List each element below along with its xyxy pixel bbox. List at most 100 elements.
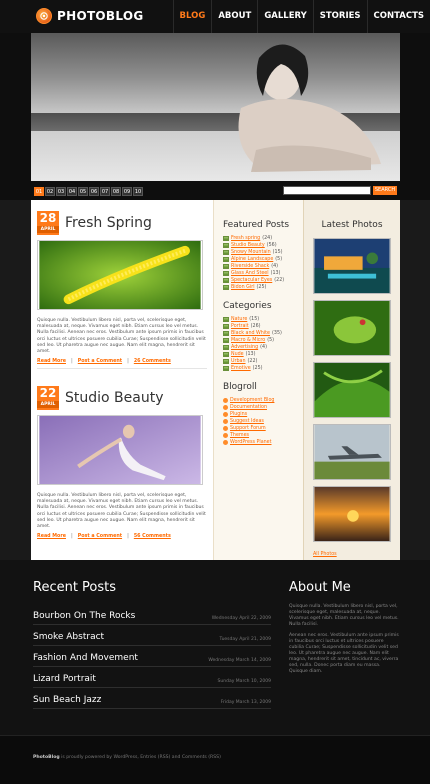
slide-page-3[interactable]: 03 [56,186,66,196]
lower-section: Recent Posts Bourbon On The Rocks Wednesd… [0,560,430,735]
featured-item[interactable]: Spectacular Eyes (22) [223,277,303,284]
photo-thumb-sunset[interactable] [313,486,391,542]
date-day: 22 [39,386,57,400]
logo[interactable]: PHOTOBLOG [36,8,144,24]
nav-blog[interactable]: BLOG [172,0,212,33]
recent-post-title[interactable]: Bourbon On The Rocks [33,611,135,621]
comments-count-link[interactable]: 56 Comments [134,534,171,539]
post-comment-link[interactable]: Post a Comment [78,359,122,364]
photo-thumb-icon [223,250,229,255]
blogroll-item[interactable]: Themes [223,432,303,439]
blogroll-item[interactable]: Documentation [223,404,303,411]
featured-item-label[interactable]: Fresh spring [231,235,260,242]
comments-count-link[interactable]: 26 Comments [134,359,171,364]
featured-item-label[interactable]: Bidon Girl [231,284,255,291]
blogroll-link[interactable]: Suggest Ideas [230,418,264,425]
featured-item[interactable]: Snowy Mountain (15) [223,249,303,256]
slide-page-4[interactable]: 04 [67,186,77,196]
slide-page-6[interactable]: 06 [89,186,99,196]
read-more-link[interactable]: Read More [37,359,66,364]
blogroll-item[interactable]: Development Blog [223,397,303,404]
slide-page-7[interactable]: 07 [100,186,110,196]
post-image[interactable] [37,240,203,310]
post-comment-link[interactable]: Post a Comment [78,534,122,539]
featured-item[interactable]: Glass And Steel (13) [223,270,303,277]
all-photos-link[interactable]: All Photos [313,552,400,557]
category-item[interactable]: Black and White (35) [223,330,303,337]
post-title[interactable]: Fresh Spring [65,215,152,231]
nav-about[interactable]: ABOUT [211,0,257,33]
featured-item-label[interactable]: Snowy Mountain [231,249,271,256]
nav-stories[interactable]: STORIES [312,0,367,33]
post-image[interactable] [37,415,203,485]
category-item[interactable]: Advertising (4) [223,344,303,351]
photos-heading: Latest Photos [321,220,383,230]
slide-page-10[interactable]: 10 [133,186,143,196]
sidebar: Featured Posts Fresh spring (24) Studio B… [213,200,303,560]
category-count: (13) [245,352,256,357]
blogroll-link[interactable]: Documentation [230,404,267,411]
recent-post-title[interactable]: Lizard Portrait [33,674,96,684]
category-label[interactable]: Nature [231,316,247,323]
photo-thumb-airplane[interactable] [313,424,391,480]
nav-gallery[interactable]: GALLERY [257,0,312,33]
recent-post-item[interactable]: Sun Beach Jazz Friday March 13, 2009 [33,688,271,709]
blogroll-item[interactable]: Support Forum [223,425,303,432]
blogroll-link[interactable]: Themes [230,432,249,439]
category-label[interactable]: Emotive [231,365,251,372]
nav-contacts[interactable]: CONTACTS [366,0,430,33]
category-label[interactable]: Macro & Micro [231,337,265,344]
category-item[interactable]: Emotive (25) [223,365,303,372]
slide-page-1[interactable]: 01 [34,186,44,196]
latest-photos: Latest Photos All Photos [303,200,400,560]
blogroll-link[interactable]: Support Forum [230,425,266,432]
search-button[interactable]: SEARCH [373,186,397,195]
blogroll-item[interactable]: Plugins [223,411,303,418]
photo-thumb-frog[interactable] [313,300,391,356]
featured-item-label[interactable]: Spectacular Eyes [231,277,272,284]
blogroll-item[interactable]: Suggest Ideas [223,418,303,425]
category-label[interactable]: Nude [231,351,244,358]
recent-post-item[interactable]: Fashion And Movement Wednesday March 14, … [33,646,271,667]
bullet-icon [223,426,228,431]
featured-item[interactable]: Studio Beauty (56) [223,242,303,249]
category-label[interactable]: Black and White [231,330,270,337]
footer-brand[interactable]: PhotoBlog [33,755,60,760]
featured-item-label[interactable]: Alpine Landscape [231,256,273,263]
category-label[interactable]: Urban [231,358,246,365]
featured-item-label[interactable]: Glass And Steel [231,270,269,277]
blogroll-link[interactable]: Plugins [230,411,247,418]
category-label[interactable]: Portrait [231,323,249,330]
featured-item[interactable]: Riverside Shack (4) [223,263,303,270]
blogroll-link[interactable]: Development Blog [230,397,274,404]
featured-item[interactable]: Alpine Landscape (5) [223,256,303,263]
blogroll-item[interactable]: WordPress Planet [223,439,303,446]
category-item[interactable]: Nature (15) [223,316,303,323]
recent-post-title[interactable]: Fashion And Movement [33,653,138,663]
recent-post-title[interactable]: Smoke Abstract [33,632,104,642]
slide-page-9[interactable]: 09 [122,186,132,196]
category-item[interactable]: Portrait (26) [223,323,303,330]
category-item[interactable]: Urban (22) [223,358,303,365]
photo-thumb-resort[interactable] [313,238,391,294]
slide-page-5[interactable]: 05 [78,186,88,196]
category-label[interactable]: Advertising [231,344,258,351]
search-input[interactable] [283,186,371,195]
post-title[interactable]: Studio Beauty [65,390,164,406]
featured-item[interactable]: Fresh spring (24) [223,235,303,242]
recent-post-item[interactable]: Bourbon On The Rocks Wednesday April 22, … [33,604,271,625]
blogroll-link[interactable]: WordPress Planet [230,439,272,446]
recent-post-item[interactable]: Lizard Portrait Sunday March 10, 2009 [33,667,271,688]
slide-page-8[interactable]: 08 [111,186,121,196]
photo-thumb-leaves[interactable] [313,362,391,418]
recent-post-title[interactable]: Sun Beach Jazz [33,695,101,705]
category-item[interactable]: Nude (13) [223,351,303,358]
post-links: Read More | Post a Comment | 56 Comments [37,534,209,539]
read-more-link[interactable]: Read More [37,534,66,539]
category-item[interactable]: Macro & Micro (5) [223,337,303,344]
featured-item[interactable]: Bidon Girl (25) [223,284,303,291]
featured-item-label[interactable]: Riverside Shack [231,263,269,270]
slide-page-2[interactable]: 02 [45,186,55,196]
recent-post-item[interactable]: Smoke Abstract Tuesday April 21, 2009 [33,625,271,646]
featured-item-label[interactable]: Studio Beauty [231,242,265,249]
